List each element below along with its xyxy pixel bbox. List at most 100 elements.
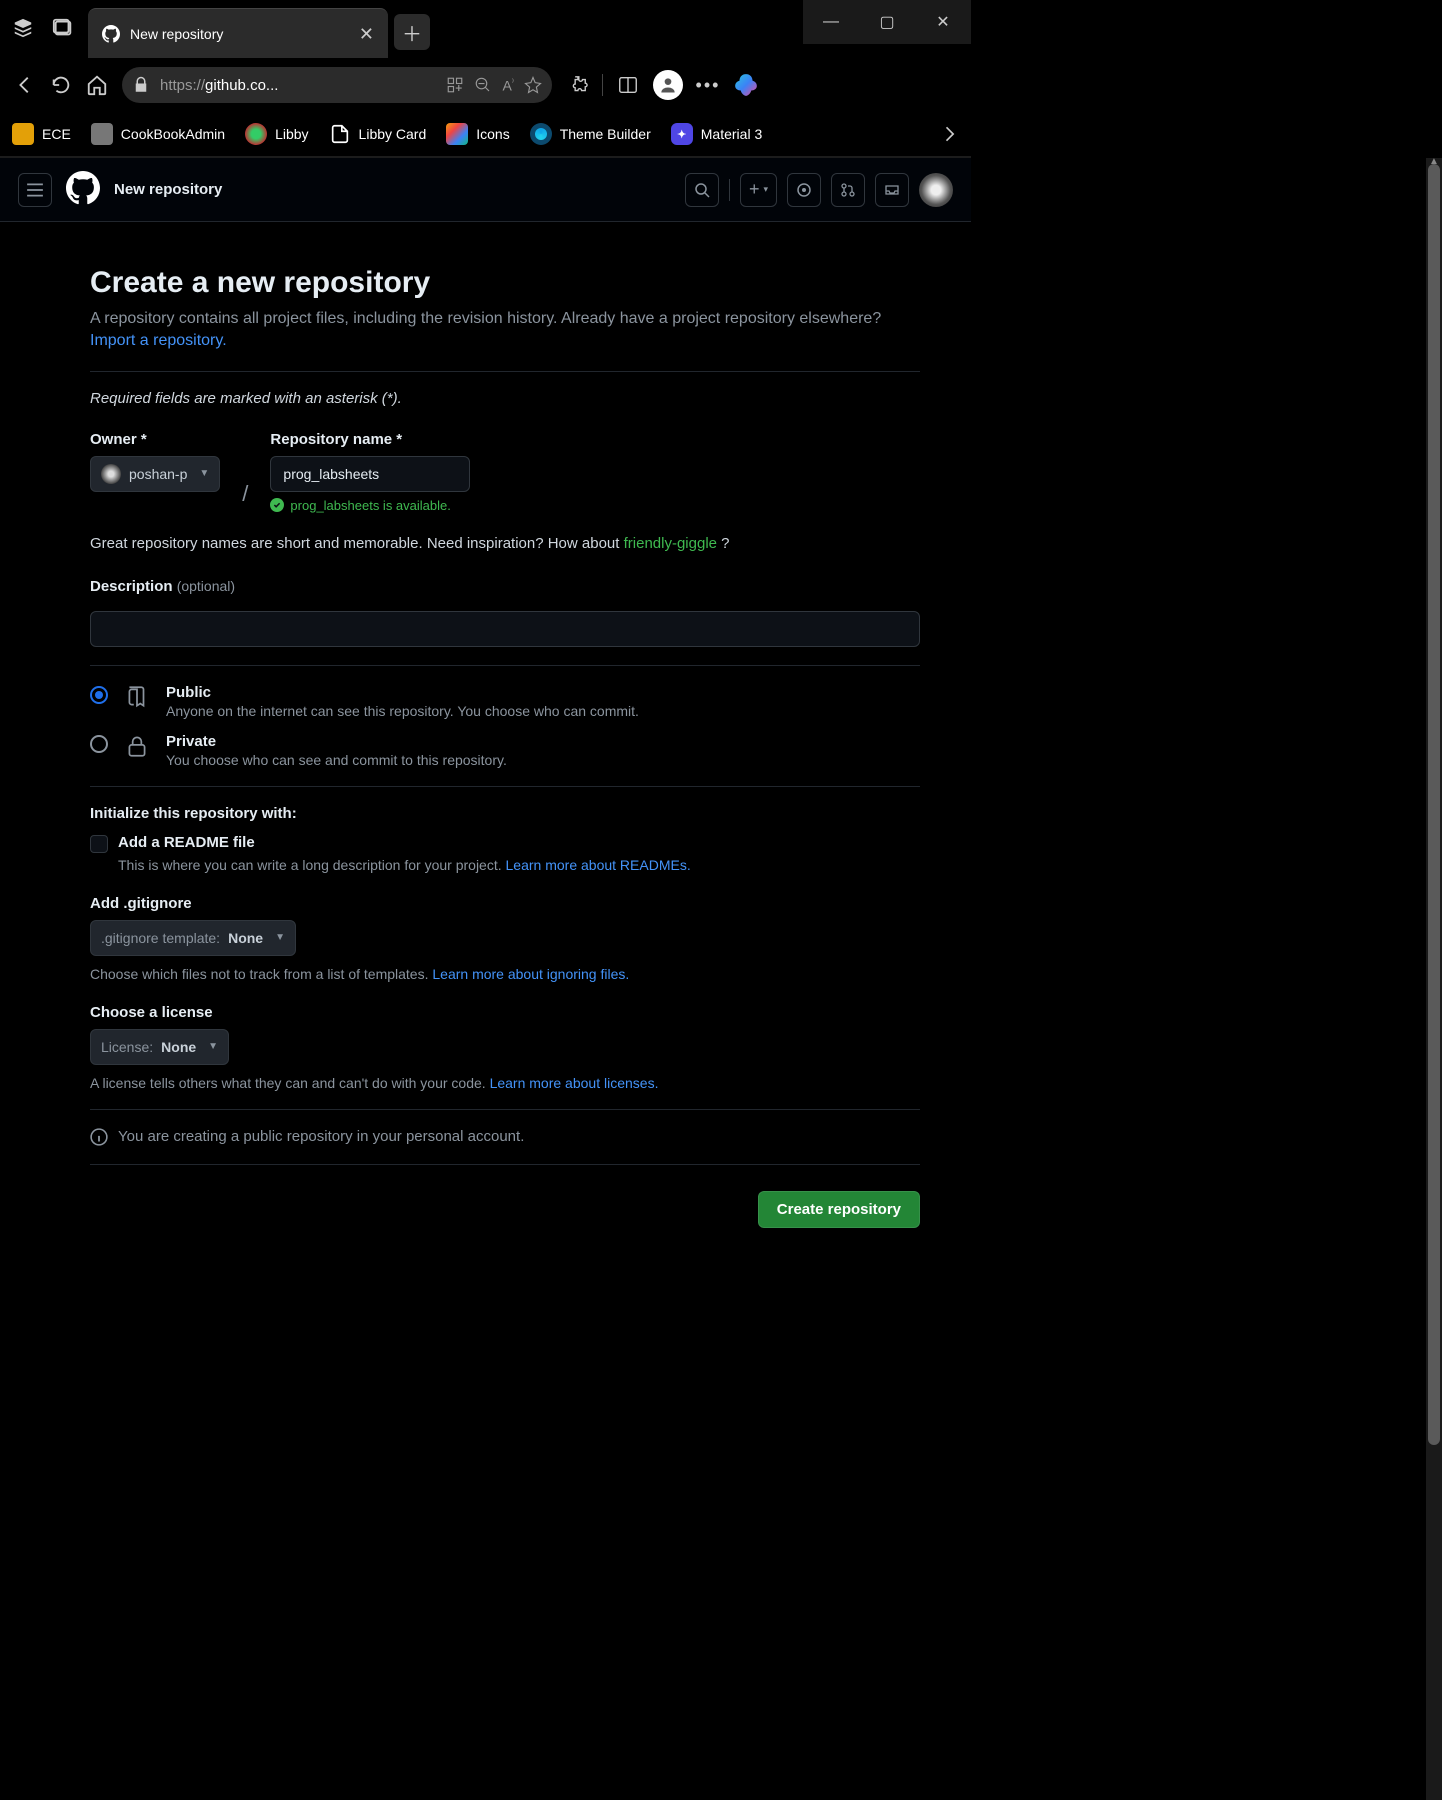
gitignore-help-text: Choose which files not to track from a l…	[90, 966, 920, 982]
check-circle-icon	[270, 498, 284, 512]
address-bar[interactable]: https://github.co... A⁾	[122, 67, 552, 103]
create-repository-button[interactable]: Create repository	[758, 1191, 920, 1228]
zoom-out-icon[interactable]	[474, 76, 492, 94]
page-title: New repository	[114, 181, 222, 198]
divider	[602, 74, 603, 96]
browser-titlebar: New repository ✕ ＋ — ▢ ✕	[0, 0, 971, 58]
chevron-down-icon: ▼	[208, 1041, 218, 1052]
split-screen-icon[interactable]	[617, 74, 639, 96]
owner-label: Owner *	[90, 431, 220, 448]
readme-help-text: This is where you can write a long descr…	[118, 857, 920, 873]
private-title: Private	[166, 733, 507, 750]
required-fields-note: Required fields are marked with an aster…	[90, 390, 920, 407]
chevron-down-icon: ▼	[199, 468, 209, 479]
favorite-icon[interactable]	[524, 76, 542, 94]
tab-actions-icon[interactable]	[52, 17, 74, 42]
repo-icon	[124, 684, 150, 710]
divider	[90, 665, 920, 666]
browser-tab[interactable]: New repository ✕	[88, 8, 388, 58]
private-subtitle: You choose who can see and commit to thi…	[166, 752, 507, 768]
divider	[90, 786, 920, 787]
owner-select[interactable]: poshan-p ▼	[90, 456, 220, 492]
bookmark-libby-card[interactable]: Libby Card	[329, 123, 427, 145]
scrollbar[interactable]: ▲	[1426, 158, 1442, 1800]
issues-button[interactable]	[787, 173, 821, 207]
close-tab-icon[interactable]: ✕	[359, 25, 374, 43]
inbox-button[interactable]	[875, 173, 909, 207]
import-repo-link[interactable]: Import a repository.	[90, 332, 227, 349]
bookmark-theme-builder[interactable]: Theme Builder	[530, 123, 651, 145]
info-icon	[90, 1128, 108, 1146]
public-radio[interactable]	[90, 686, 108, 704]
visibility-public-option[interactable]: Public Anyone on the internet can see th…	[90, 684, 920, 719]
visibility-info: You are creating a public repository in …	[90, 1128, 920, 1146]
path-separator: /	[242, 481, 248, 513]
form-heading: Create a new repository	[90, 266, 920, 300]
maximize-button[interactable]: ▢	[859, 0, 915, 44]
nav-menu-button[interactable]	[18, 173, 52, 207]
license-label: Choose a license	[90, 1004, 920, 1021]
initialize-section-title: Initialize this repository with:	[90, 805, 920, 822]
repo-name-input[interactable]	[270, 456, 470, 492]
chevron-down-icon: ▼	[275, 932, 285, 943]
create-repo-form: Create a new repository A repository con…	[0, 222, 950, 1268]
workspaces-icon[interactable]	[12, 17, 34, 42]
bookmark-cookbookadmin[interactable]: CookBookAdmin	[91, 123, 225, 145]
bookmarks-overflow-icon[interactable]	[939, 124, 959, 144]
public-title: Public	[166, 684, 639, 701]
bookmarks-bar: ECE CookBookAdmin Libby Libby Card Icons…	[0, 112, 971, 158]
copilot-icon[interactable]	[733, 72, 759, 98]
description-label: Description (optional)	[90, 578, 920, 595]
github-logo[interactable]	[66, 171, 100, 208]
tab-title: New repository	[130, 26, 349, 42]
read-aloud-icon[interactable]: A⁾	[502, 77, 514, 94]
license-help-text: A license tells others what they can and…	[90, 1075, 920, 1091]
lock-icon	[132, 76, 150, 94]
github-header: New repository +▾	[0, 158, 971, 222]
readme-learn-more-link[interactable]: Learn more about READMEs.	[506, 857, 691, 873]
gitignore-label: Add .gitignore	[90, 895, 920, 912]
readme-checkbox[interactable]	[90, 835, 108, 853]
divider	[90, 1164, 920, 1165]
divider	[729, 179, 730, 201]
pull-requests-button[interactable]	[831, 173, 865, 207]
bookmark-libby[interactable]: Libby	[245, 123, 308, 145]
form-subtitle: A repository contains all project files,…	[90, 308, 920, 353]
search-button[interactable]	[685, 173, 719, 207]
home-button[interactable]	[86, 74, 108, 96]
user-avatar[interactable]	[919, 173, 953, 207]
suggested-name[interactable]: friendly-giggle	[624, 535, 717, 552]
description-input[interactable]	[90, 611, 920, 647]
close-window-button[interactable]: ✕	[915, 0, 971, 44]
minimize-button[interactable]: —	[803, 0, 859, 44]
refresh-button[interactable]	[50, 74, 72, 96]
inspiration-text: Great repository names are short and mem…	[90, 535, 920, 552]
license-select[interactable]: License: None ▼	[90, 1029, 229, 1065]
visibility-private-option[interactable]: Private You choose who can see and commi…	[90, 733, 920, 768]
license-learn-more-link[interactable]: Learn more about licenses.	[490, 1075, 659, 1091]
bookmark-material-3[interactable]: ✦Material 3	[671, 123, 762, 145]
extensions-icon[interactable]	[566, 74, 588, 96]
browser-toolbar: https://github.co... A⁾ •••	[0, 58, 971, 112]
bookmark-icons[interactable]: Icons	[446, 123, 509, 145]
more-menu-icon[interactable]: •••	[697, 74, 719, 96]
repo-name-label: Repository name *	[270, 431, 470, 448]
private-radio[interactable]	[90, 735, 108, 753]
owner-field: Owner * poshan-p ▼	[90, 431, 220, 513]
bookmark-ece[interactable]: ECE	[12, 123, 71, 145]
divider	[90, 1109, 920, 1110]
profile-button[interactable]	[653, 70, 683, 100]
new-tab-button[interactable]: ＋	[394, 14, 430, 50]
gitignore-select[interactable]: .gitignore template: None ▼	[90, 920, 296, 956]
lock-icon	[124, 733, 150, 759]
github-icon	[102, 25, 120, 43]
availability-message: prog_labsheets is available.	[270, 498, 470, 513]
repo-name-field: Repository name * prog_labsheets is avai…	[270, 431, 470, 513]
owner-avatar-icon	[101, 464, 121, 484]
back-button[interactable]	[14, 74, 36, 96]
scrollbar-thumb[interactable]	[1428, 164, 1440, 1445]
create-new-button[interactable]: +▾	[740, 173, 777, 207]
readme-label: Add a README file	[118, 834, 255, 851]
gitignore-learn-more-link[interactable]: Learn more about ignoring files.	[432, 966, 629, 982]
apps-icon[interactable]	[446, 76, 464, 94]
